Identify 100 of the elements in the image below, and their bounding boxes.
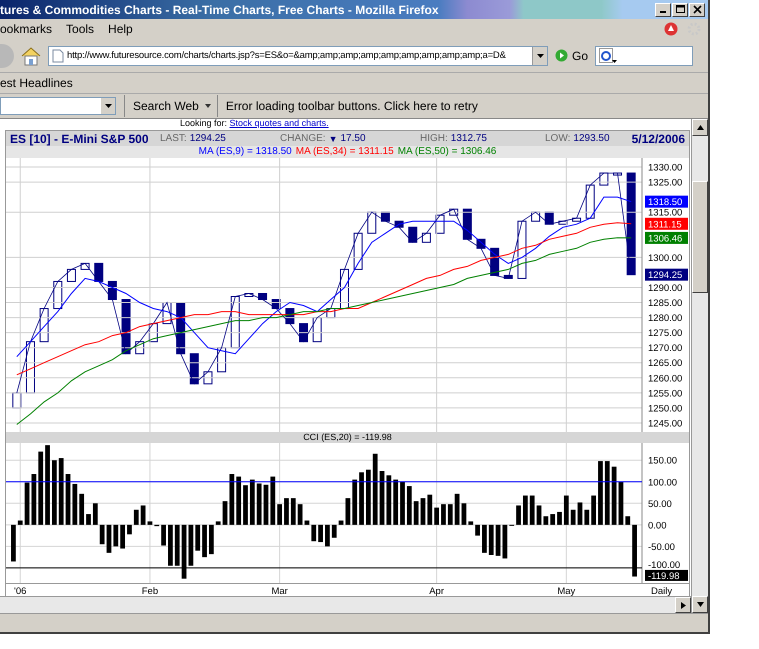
- period-label: Daily: [651, 586, 672, 596]
- cci-bar: [543, 516, 548, 525]
- axis-label: 1260.00: [648, 373, 682, 384]
- menu-item[interactable]: Tools: [66, 22, 94, 36]
- axis-label: 1285.00: [648, 298, 682, 310]
- axis-label: 100.00: [648, 477, 678, 488]
- axis-label: Mar: [271, 586, 288, 596]
- candle: [367, 212, 376, 234]
- candle: [408, 226, 418, 243]
- toolbar-dropdown[interactable]: [0, 97, 116, 115]
- search-web-button[interactable]: Search Web: [124, 95, 218, 117]
- error-link[interactable]: Error loading toolbar buttons. Click here to retry: [226, 99, 478, 113]
- cci-bar: [58, 458, 64, 525]
- cci-bar: [564, 496, 569, 525]
- cci-bar: [18, 520, 23, 525]
- vertical-scrollbar[interactable]: [691, 119, 708, 613]
- scroll-up-button[interactable]: [692, 119, 708, 136]
- url-field[interactable]: http://www.futuresource.com/charts/charts.jsp?s=ES&o=&amp;amp;amp;amp;amp;amp;amp;amp;amp;a=D&: [48, 46, 548, 66]
- candle: [354, 232, 363, 270]
- candle: [244, 293, 254, 297]
- cci-bar: [24, 482, 30, 525]
- cci-bar: [222, 501, 228, 525]
- price-label: 1311.15: [645, 218, 688, 230]
- cci-bar: [325, 524, 330, 546]
- cci-bar: [161, 524, 166, 546]
- maximize-button[interactable]: [672, 2, 688, 16]
- cci-bar: [420, 498, 426, 525]
- bookmark-link[interactable]: est Headlines: [0, 76, 73, 90]
- play-icon: [555, 49, 568, 62]
- stop-icon[interactable]: [664, 22, 678, 36]
- axis-label: 1270.00: [648, 343, 682, 354]
- cci-bar: [557, 512, 562, 525]
- axis-label: 1280.00: [648, 313, 682, 324]
- value-label: -119.98: [645, 570, 688, 582]
- cci-bar: [584, 510, 590, 525]
- axis-label: 50.00: [648, 498, 672, 510]
- horizontal-scrollbar[interactable]: [0, 596, 691, 613]
- cci-bar: [536, 505, 542, 525]
- change-arrow: ▼: [328, 134, 338, 144]
- down-arrow-icon: [696, 602, 704, 607]
- candle: [258, 293, 268, 300]
- cci-bar: [236, 476, 242, 525]
- cci-bar: [127, 524, 132, 534]
- promo-link[interactable]: Stock quotes and charts.: [230, 119, 329, 128]
- cci-bar: [318, 524, 323, 542]
- cci-bar: [496, 524, 500, 556]
- cci-bar: [11, 524, 16, 562]
- house-icon: [19, 44, 43, 66]
- cci-bar: [32, 474, 36, 525]
- cci-bar: [270, 476, 276, 525]
- cci-bar: [488, 524, 494, 555]
- cci-bar: [618, 482, 624, 525]
- cci-bar: [448, 504, 453, 525]
- cci-bar: [86, 514, 91, 525]
- cci-bar: [140, 505, 146, 525]
- search-field[interactable]: [595, 46, 694, 66]
- cci-bar: [168, 524, 173, 566]
- scroll-right-button[interactable]: [675, 597, 691, 613]
- scroll-thumb[interactable]: [692, 181, 708, 293]
- price-label: 1306.46: [645, 232, 688, 244]
- close-button[interactable]: [689, 2, 705, 16]
- axis-label: 1325.00: [648, 178, 682, 189]
- cci-bar: [598, 461, 603, 525]
- axis-label: -100.00: [648, 560, 680, 571]
- candle: [312, 317, 322, 342]
- cci-bar: [366, 470, 371, 525]
- axis-label: Feb: [142, 586, 158, 596]
- close-icon: [692, 5, 702, 14]
- cci-bar: [243, 485, 248, 525]
- candle: [94, 262, 104, 282]
- symbol-title: ES [10] - E-Mini S&P 500: [10, 132, 150, 146]
- legend-entry: MA (ES,9) = 1318.50: [198, 146, 292, 158]
- cci-bar: [604, 461, 610, 525]
- field-value: 1293.50: [573, 133, 610, 144]
- cci-bar: [284, 498, 289, 525]
- cci-bar: [332, 524, 337, 538]
- dropdown-button[interactable]: [532, 46, 547, 64]
- go-button[interactable]: Go: [551, 48, 592, 62]
- candle: [504, 274, 513, 279]
- cci-bar: [530, 496, 535, 525]
- cci-bar: [570, 510, 576, 525]
- axis-label: 1290.00: [648, 282, 682, 294]
- axis-label: -50.00: [648, 542, 675, 553]
- cci-bar: [229, 474, 234, 525]
- page-icon: [52, 48, 64, 62]
- axis-label: 1315.00: [648, 208, 682, 219]
- legend-entry: MA (ES,34) = 1311.15: [296, 146, 394, 158]
- menu-item[interactable]: ookmarks: [0, 22, 52, 36]
- search-engine-icon[interactable]: [599, 48, 618, 64]
- cci-bar: [113, 524, 118, 546]
- minimize-button[interactable]: [655, 2, 671, 16]
- caret-icon: [204, 104, 211, 108]
- cci-bar: [338, 520, 344, 525]
- cci-bar: [250, 480, 255, 525]
- cci-bar: [72, 484, 78, 525]
- menu-item[interactable]: Help: [108, 22, 133, 36]
- axis-label: 1255.00: [648, 388, 682, 400]
- scroll-down-button[interactable]: [692, 596, 708, 613]
- cci-bar: [52, 460, 57, 525]
- cci-bar: [578, 502, 582, 525]
